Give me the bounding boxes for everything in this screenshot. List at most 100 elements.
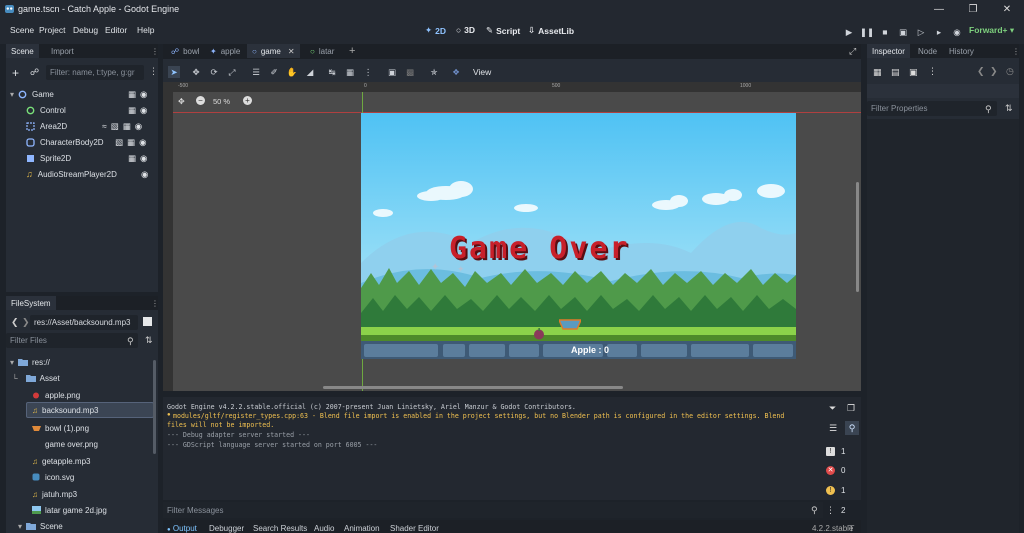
animation-key-icon[interactable]: ❖ bbox=[450, 66, 462, 78]
list-item[interactable]: apple.png bbox=[32, 387, 80, 403]
list-item[interactable]: └ Asset bbox=[12, 370, 60, 386]
tab-latar[interactable]: ○ latar bbox=[305, 44, 339, 58]
snap-options-icon[interactable]: ⋮ bbox=[362, 66, 374, 78]
list-item[interactable]: latar game 2d.jpg bbox=[32, 502, 107, 518]
dock-menu-icon[interactable]: ⋮ bbox=[151, 47, 159, 56]
script-icon[interactable]: ▦ bbox=[128, 89, 136, 100]
remote-debug-icon[interactable]: ▣ bbox=[897, 26, 909, 38]
visibility-eye-icon[interactable]: ◉ bbox=[141, 169, 148, 180]
list-select-icon[interactable]: ☰ bbox=[250, 66, 262, 78]
menu-help[interactable]: Help bbox=[137, 25, 154, 35]
canvas-viewport[interactable]: -500 0 500 1000 ✥ − 50 % + Game Over App… bbox=[163, 82, 861, 391]
filter-messages-input[interactable]: Filter Messages ⚲ bbox=[163, 502, 823, 518]
back-arrow-icon[interactable]: ❮ bbox=[11, 317, 19, 328]
menu-debug[interactable]: Debug bbox=[73, 25, 98, 35]
tab-search-results[interactable]: Search Results bbox=[253, 524, 307, 533]
workspace-assetlib-button[interactable]: ⇩ AssetLib bbox=[528, 25, 574, 36]
copy-output-icon[interactable]: ❐ bbox=[847, 403, 855, 414]
zoom-out-icon[interactable]: − bbox=[196, 96, 205, 105]
script-icon[interactable]: ▦ bbox=[123, 121, 131, 132]
renderer-select[interactable]: Forward+ ▾ bbox=[969, 25, 1014, 36]
sort-icon[interactable]: ⇅ bbox=[145, 335, 153, 346]
collapse-icon[interactable]: ☰ bbox=[829, 423, 837, 434]
menu-editor[interactable]: Editor bbox=[105, 25, 127, 35]
pan-icon[interactable]: ✋ bbox=[286, 66, 298, 78]
menu-project[interactable]: Project bbox=[39, 25, 65, 35]
filter-files-input[interactable]: Filter Files bbox=[6, 333, 138, 348]
grid-snap-icon[interactable]: ▦ bbox=[344, 66, 356, 78]
workspace-3d-button[interactable]: ○ 3D bbox=[456, 25, 475, 35]
tab-bowl[interactable]: ☍ bowl bbox=[166, 44, 205, 58]
select-mode-icon[interactable]: ➤ bbox=[168, 66, 180, 78]
splitter[interactable] bbox=[163, 391, 861, 396]
link-icon[interactable]: ☍ bbox=[30, 67, 39, 78]
lock-icon[interactable]: ▣ bbox=[386, 66, 398, 78]
center-view-icon[interactable]: ✥ bbox=[178, 97, 185, 106]
collapse-arrow-icon[interactable]: ▾ bbox=[10, 90, 14, 99]
tab-animation[interactable]: Animation bbox=[344, 524, 380, 533]
collapse-arrow-icon[interactable]: ▾ bbox=[18, 522, 22, 531]
tab-inspector[interactable]: Inspector bbox=[867, 44, 910, 58]
tab-node[interactable]: Node bbox=[913, 44, 942, 58]
dock-menu-icon[interactable]: ⋮ bbox=[151, 299, 158, 308]
workspace-2d-button[interactable]: ✦ 2D bbox=[425, 25, 446, 36]
resource-menu-icon[interactable]: ⋮ bbox=[928, 66, 937, 77]
list-item[interactable]: bowl (1).png bbox=[32, 420, 89, 436]
save-resource-icon[interactable]: ▣ bbox=[909, 67, 918, 78]
filesystem-scrollbar[interactable] bbox=[153, 360, 156, 454]
play-custom-icon[interactable]: ▸ bbox=[933, 26, 945, 38]
filter-properties-input[interactable]: Filter Properties bbox=[867, 101, 997, 116]
search-toggle-icon[interactable]: ⚲ bbox=[845, 421, 859, 435]
close-tab-icon[interactable]: ✕ bbox=[288, 47, 295, 58]
tab-apple[interactable]: ✦ apple bbox=[205, 44, 245, 58]
split-mode-icon[interactable] bbox=[143, 317, 152, 326]
list-item[interactable]: ▾ res:// bbox=[10, 354, 50, 370]
back-arrow-icon[interactable]: ❮ bbox=[977, 66, 985, 77]
history-icon[interactable]: ◷ bbox=[1006, 66, 1014, 77]
group-icon[interactable]: ▩ bbox=[404, 66, 416, 78]
tab-shader-editor[interactable]: Shader Editor bbox=[390, 524, 439, 533]
tab-filesystem[interactable]: FileSystem bbox=[6, 296, 56, 310]
clapper-icon[interactable]: ▧ bbox=[115, 137, 123, 148]
stop-icon[interactable]: ■ bbox=[879, 26, 891, 38]
workspace-script-button[interactable]: ✎ Script bbox=[486, 25, 520, 36]
close-window-button[interactable]: ✕ bbox=[990, 0, 1024, 18]
horizontal-scrollbar[interactable] bbox=[323, 386, 623, 389]
sort-icon[interactable]: ⇅ bbox=[1005, 103, 1013, 114]
tab-audio[interactable]: Audio bbox=[314, 524, 334, 533]
warning-count-toggle[interactable]: ! 1 bbox=[826, 483, 856, 498]
signal-icon[interactable]: ≈ bbox=[102, 121, 107, 132]
tab-import[interactable]: Import bbox=[46, 44, 79, 58]
play-scene-icon[interactable]: ▷ bbox=[915, 26, 927, 38]
play-icon[interactable]: ▶ bbox=[843, 26, 855, 38]
rotate-mode-icon[interactable]: ⟳ bbox=[208, 66, 220, 78]
load-resource-icon[interactable]: ▤ bbox=[891, 67, 900, 78]
visibility-eye-icon[interactable]: ◉ bbox=[135, 121, 142, 132]
scene-filter-input[interactable]: Filter: name, t:type, g:gr bbox=[46, 65, 144, 80]
dock-menu-icon[interactable]: ⋮ bbox=[1012, 47, 1020, 56]
tab-debugger[interactable]: Debugger bbox=[209, 524, 244, 533]
movie-icon[interactable]: ◉ bbox=[951, 26, 963, 38]
visibility-eye-icon[interactable]: ◉ bbox=[139, 137, 146, 148]
visibility-eye-icon[interactable]: ◉ bbox=[140, 105, 147, 116]
path-field[interactable]: res://Asset/backsound.mp3 bbox=[30, 315, 138, 330]
menu-scene[interactable]: Scene bbox=[10, 25, 34, 35]
error-count-toggle[interactable]: ✕ 0 bbox=[826, 463, 856, 478]
tab-output[interactable]: ● Output bbox=[167, 524, 197, 533]
message-count-toggle[interactable]: ⋮ 2 bbox=[826, 503, 856, 518]
list-item-selected[interactable]: ♫ backsound.mp3 bbox=[26, 402, 154, 418]
ruler-icon[interactable]: ◢ bbox=[304, 66, 316, 78]
clear-output-icon[interactable]: ⏷ bbox=[829, 403, 836, 414]
tab-scene[interactable]: Scene bbox=[6, 44, 39, 58]
pause-icon[interactable]: ❚❚ bbox=[860, 26, 874, 38]
script-icon[interactable]: ▦ bbox=[128, 153, 136, 164]
pivot-icon[interactable]: ✐ bbox=[268, 66, 280, 78]
log-count-toggle[interactable]: ! 1 bbox=[826, 444, 856, 459]
vertical-scrollbar[interactable] bbox=[856, 182, 859, 292]
zoom-in-icon[interactable]: + bbox=[243, 96, 252, 105]
new-resource-icon[interactable]: ▦ bbox=[873, 67, 882, 78]
list-item[interactable]: game over.png bbox=[32, 436, 98, 452]
view-menu[interactable]: View bbox=[473, 67, 491, 77]
list-item[interactable]: ♫ jatuh.mp3 bbox=[32, 486, 77, 502]
collapse-arrow-icon[interactable]: ▾ bbox=[10, 358, 14, 367]
